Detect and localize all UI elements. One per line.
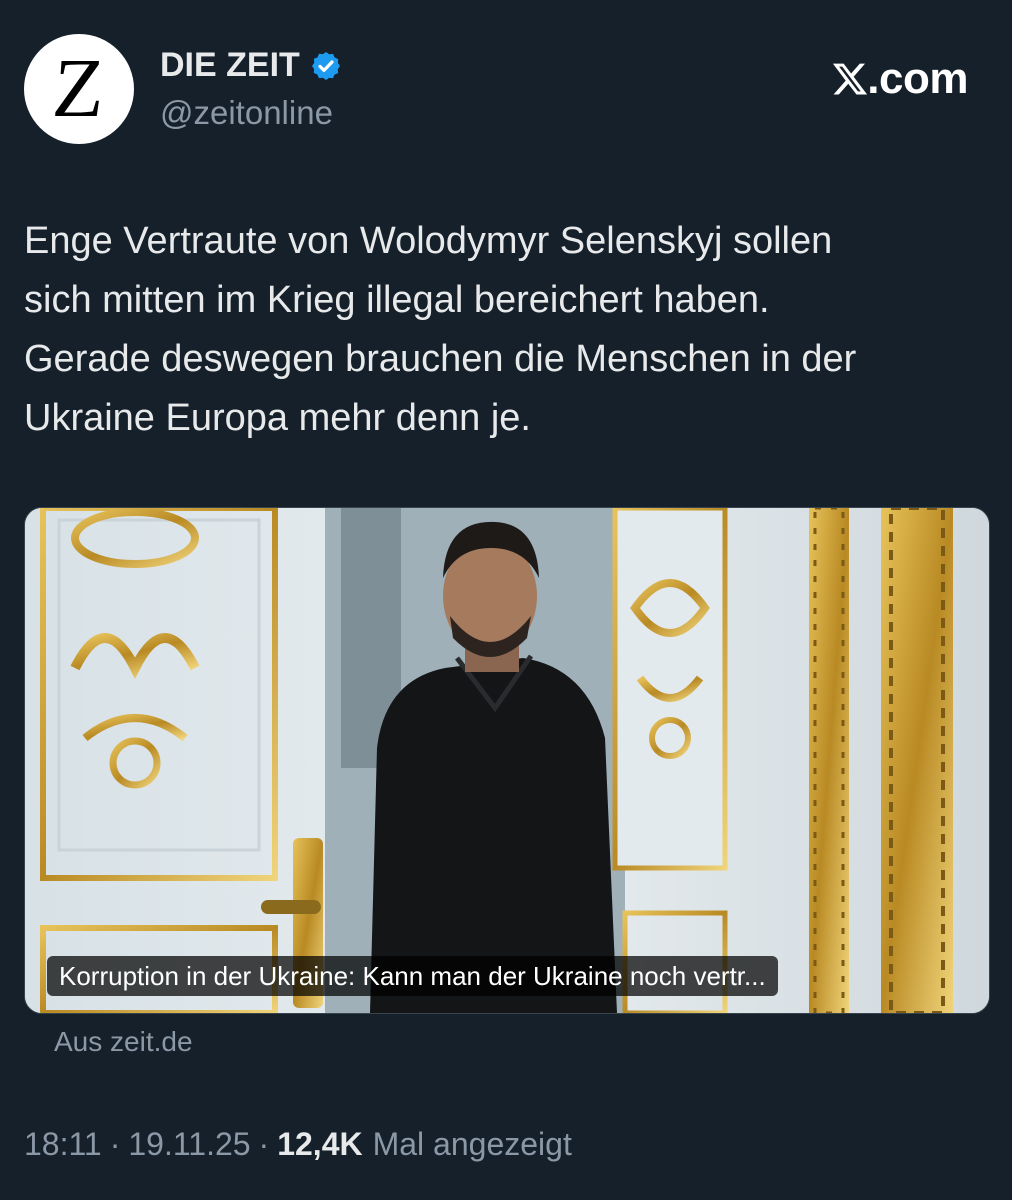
card-caption[interactable]: Korruption in der Ukraine: Kann man der … bbox=[47, 956, 778, 996]
author-name[interactable]: DIE ZEIT bbox=[160, 46, 300, 85]
views-count[interactable]: 12,4K bbox=[277, 1126, 362, 1163]
author-name-row[interactable]: DIE ZEIT bbox=[160, 46, 342, 85]
tweet-header: Z DIE ZEIT @zeitonline .com bbox=[24, 28, 984, 148]
avatar[interactable]: Z bbox=[24, 34, 134, 144]
x-logo-icon bbox=[833, 63, 868, 95]
tweet-time[interactable]: 18:11 bbox=[24, 1126, 102, 1163]
views-label: Mal angezeigt bbox=[372, 1126, 572, 1162]
meta-separator: · bbox=[258, 1126, 270, 1162]
card-image bbox=[25, 508, 989, 1013]
card-source[interactable]: Aus zeit.de bbox=[54, 1026, 193, 1058]
tweet-date[interactable]: 19.11.25 bbox=[128, 1126, 250, 1163]
tweet-text: Enge Vertraute von Wolodymyr Selenskyj s… bbox=[24, 220, 857, 439]
verified-badge-icon bbox=[311, 51, 340, 80]
link-card[interactable]: Korruption in der Ukraine: Kann man der … bbox=[24, 507, 990, 1014]
brand-domain: .com bbox=[867, 54, 968, 103]
tweet-meta: 18:11 · 19.11.25 · 12,4K Mal angezeigt bbox=[24, 1126, 572, 1163]
meta-separator: · bbox=[109, 1126, 121, 1162]
avatar-letter: Z bbox=[50, 42, 108, 135]
author-handle[interactable]: @zeitonline bbox=[160, 94, 333, 132]
x-brand: .com bbox=[831, 54, 968, 104]
